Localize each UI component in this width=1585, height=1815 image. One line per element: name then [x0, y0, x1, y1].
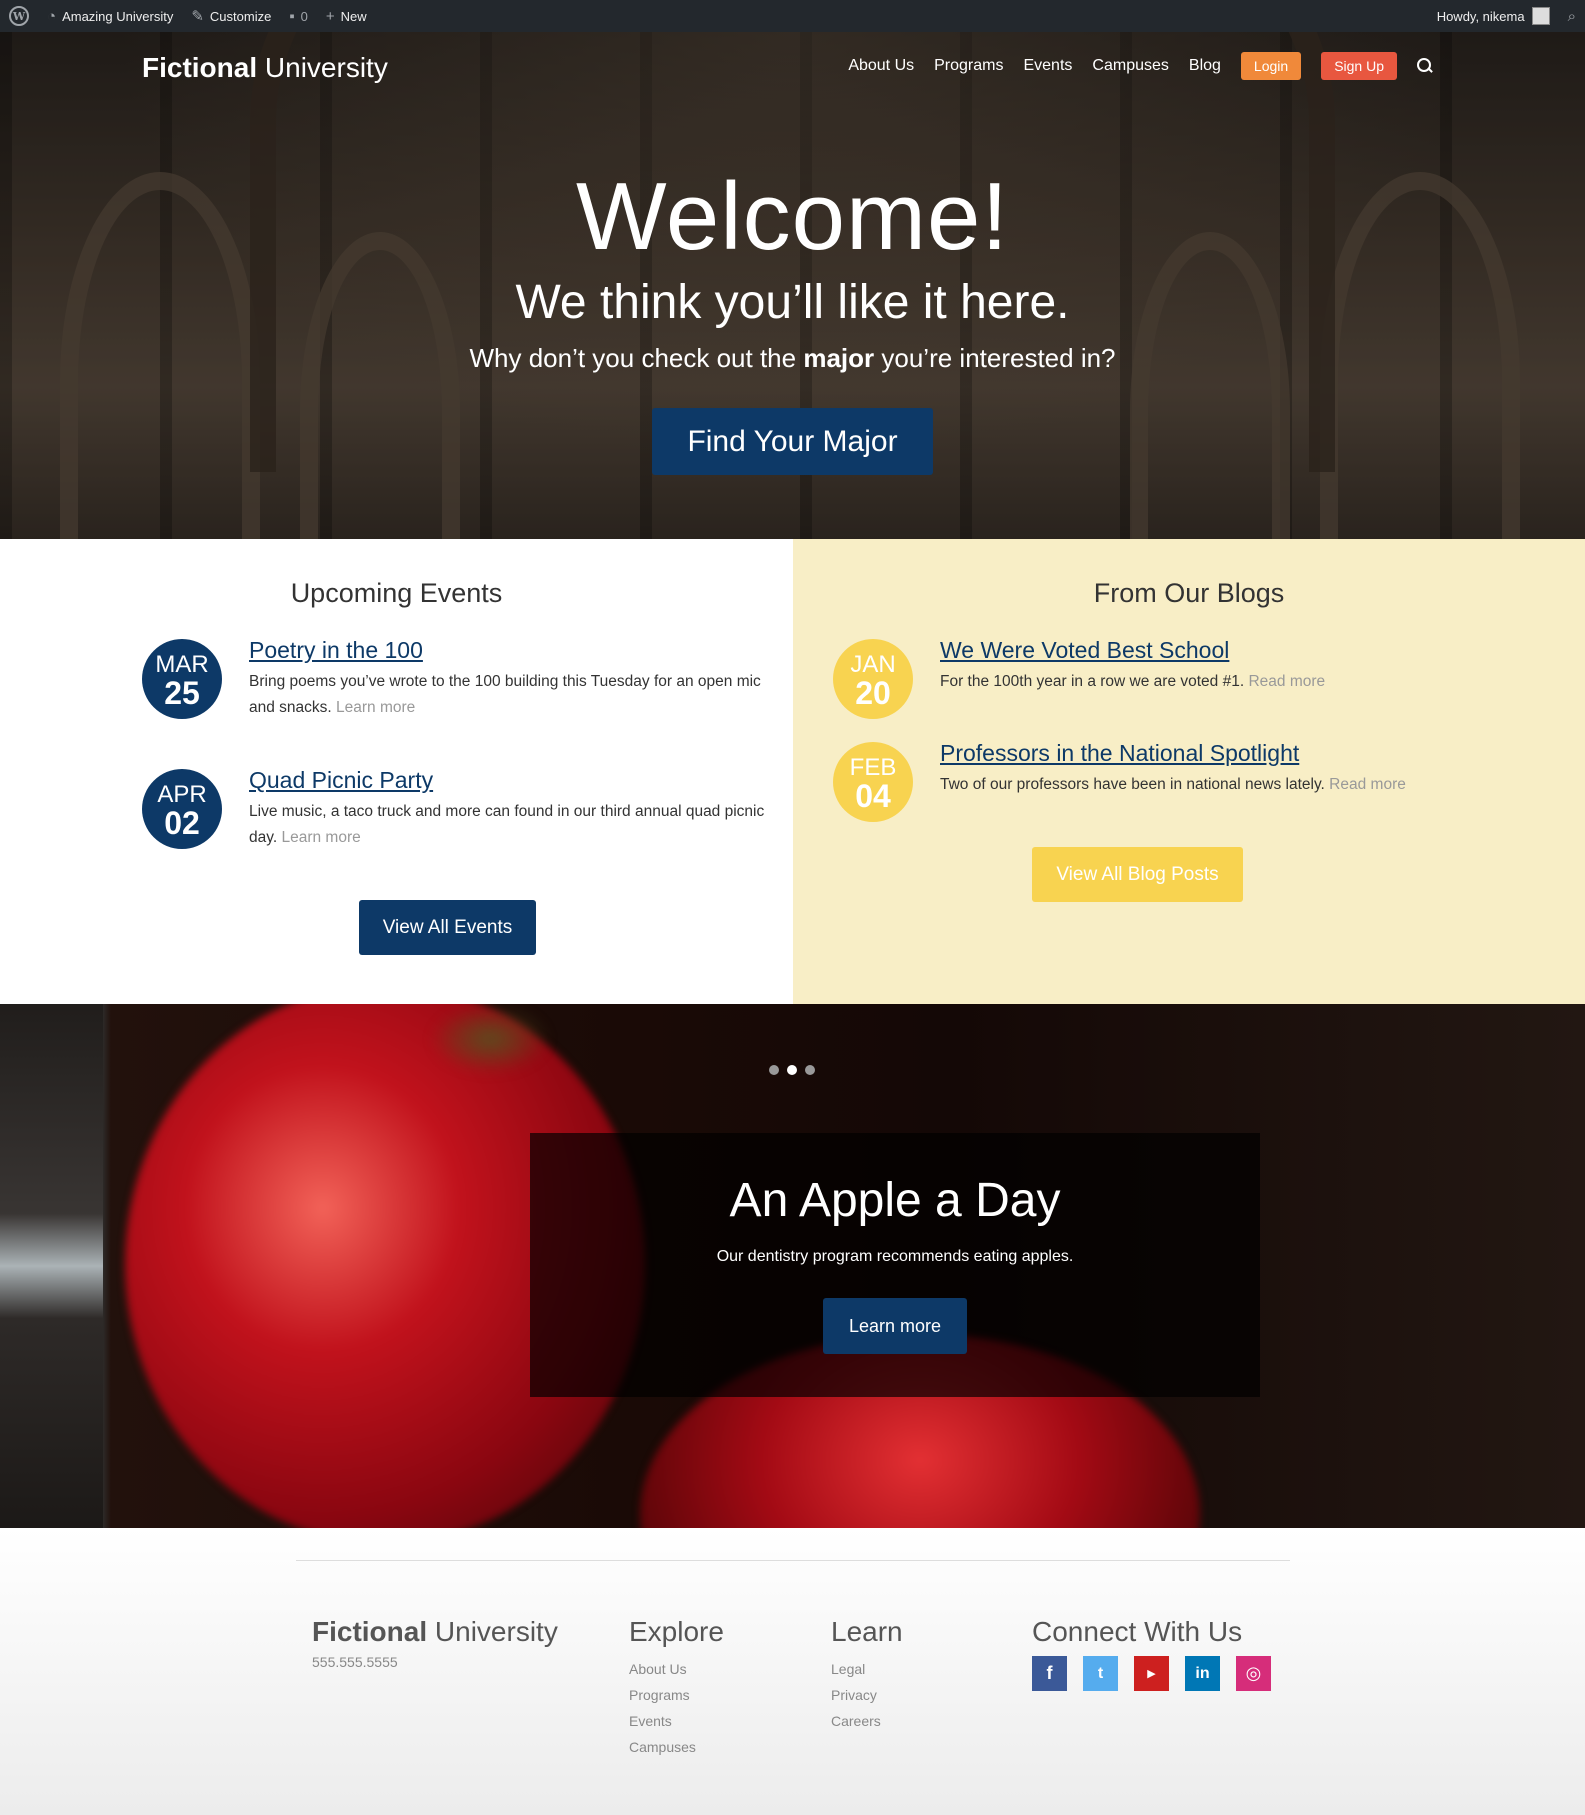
plus-icon: +	[325, 7, 335, 25]
admin-account-link[interactable]: Howdy, nikema	[1428, 0, 1559, 32]
footer-logo[interactable]: Fictional University	[312, 1616, 558, 1648]
footer-connect: Connect With Us f t ▶ in ◎	[1032, 1616, 1271, 1691]
view-all-blog-posts-button[interactable]: View All Blog Posts	[1032, 847, 1243, 902]
learn-more-link[interactable]: Learn more	[281, 829, 360, 846]
admin-comments-link[interactable]: ▪ 0	[280, 0, 317, 32]
event-title-link[interactable]: Quad Picnic Party	[249, 767, 433, 794]
read-more-link[interactable]: Read more	[1248, 673, 1325, 690]
signup-button[interactable]: Sign Up	[1321, 52, 1397, 80]
nav-about-us[interactable]: About Us	[848, 57, 914, 75]
hero-subtitle: We think you’ll like it here.	[515, 276, 1070, 329]
admin-new-link[interactable]: + New	[317, 0, 376, 32]
twitter-icon[interactable]: t	[1083, 1656, 1118, 1691]
footer-link-events[interactable]: Events	[629, 1708, 724, 1734]
slide-text: Our dentistry program recommends eating …	[716, 1248, 1074, 1265]
social-links: f t ▶ in ◎	[1032, 1656, 1271, 1691]
slider-dots	[769, 1065, 815, 1075]
footer-learn-title: Learn	[831, 1616, 903, 1647]
slider-dot[interactable]	[805, 1065, 815, 1075]
slide-learn-more-button[interactable]: Learn more	[823, 1298, 967, 1354]
blog-title-link[interactable]: We Were Voted Best School	[940, 637, 1229, 664]
main-nav: About Us Programs Events Campuses Blog L…	[848, 52, 1433, 80]
event-date-badge[interactable]: MAR 25	[142, 639, 222, 719]
hero-banner: Fictional University About Us Programs E…	[0, 32, 1585, 539]
nav-blog[interactable]: Blog	[1189, 57, 1221, 75]
youtube-icon[interactable]: ▶	[1134, 1656, 1169, 1691]
footer-link-legal[interactable]: Legal	[831, 1656, 903, 1682]
blogs-section: From Our Blogs JAN 20 We Were Voted Best …	[793, 539, 1585, 1004]
admin-bar: W ◔ Amazing University ✎ Customize ▪ 0 + New…	[0, 0, 1585, 32]
nav-programs[interactable]: Programs	[934, 57, 1003, 75]
nav-events[interactable]: Events	[1023, 57, 1072, 75]
hero-tagline: Why don’t you check out the major you’re…	[469, 343, 1116, 373]
footer-link-campuses[interactable]: Campuses	[629, 1734, 724, 1760]
view-all-events-button[interactable]: View All Events	[359, 900, 536, 955]
footer-explore: Explore About Us Programs Events Campuse…	[629, 1616, 724, 1760]
login-button[interactable]: Login	[1240, 52, 1302, 80]
avatar	[1531, 7, 1550, 25]
learn-more-link[interactable]: Learn more	[336, 699, 415, 716]
blog-item: JAN 20 We Were Voted Best School For the …	[833, 637, 1553, 729]
wordpress-logo-icon[interactable]: W	[0, 0, 38, 32]
slide-caption-box: An Apple a Day Our dentistry program rec…	[530, 1133, 1260, 1397]
blog-excerpt: Two of our professors have been in natio…	[940, 776, 1406, 793]
event-excerpt: Bring poems you’ve wrote to the 100 buil…	[249, 673, 761, 716]
footer-learn: Learn Legal Privacy Careers	[831, 1616, 903, 1734]
brush-icon: ✎	[191, 8, 204, 25]
linkedin-icon[interactable]: in	[1185, 1656, 1220, 1691]
footer-link-about-us[interactable]: About Us	[629, 1656, 724, 1682]
events-title: Upcoming Events	[290, 578, 503, 608]
footer-link-privacy[interactable]: Privacy	[831, 1682, 903, 1708]
footer-connect-title: Connect With Us	[1032, 1616, 1243, 1647]
event-item: APR 02 Quad Picnic Party Live music, a ta…	[142, 767, 764, 859]
find-your-major-button[interactable]: Find Your Major	[652, 408, 933, 475]
blog-date-badge[interactable]: JAN 20	[833, 639, 913, 719]
upcoming-events-section: Upcoming Events MAR 25 Poetry in the 100 …	[0, 539, 793, 1004]
blog-title-link[interactable]: Professors in the National Spotlight	[940, 740, 1299, 767]
footer-phone[interactable]: 555.555.5555	[312, 1654, 398, 1670]
event-date-badge[interactable]: APR 02	[142, 769, 222, 849]
blog-date-badge[interactable]: FEB 04	[833, 742, 913, 822]
footer-link-programs[interactable]: Programs	[629, 1682, 724, 1708]
slide-title: An Apple a Day	[729, 1174, 1061, 1227]
facebook-icon[interactable]: f	[1032, 1656, 1067, 1691]
admin-customize-link[interactable]: ✎ Customize	[182, 0, 280, 32]
comment-icon: ▪	[289, 7, 295, 25]
dashboard-icon: ◔	[47, 7, 57, 25]
admin-search-icon[interactable]: ⌕	[1559, 0, 1585, 32]
site-logo[interactable]: Fictional University	[142, 52, 388, 84]
event-excerpt: Live music, a taco truck and more can fo…	[249, 803, 765, 846]
footer-explore-title: Explore	[629, 1616, 724, 1647]
hero-title: Welcome!	[575, 163, 1009, 270]
event-item: MAR 25 Poetry in the 100 Bring poems you’…	[142, 637, 762, 729]
blog-excerpt: For the 100th year in a row we are voted…	[940, 673, 1326, 690]
footer-link-careers[interactable]: Careers	[831, 1708, 903, 1734]
nav-campuses[interactable]: Campuses	[1092, 57, 1168, 75]
slider-dot-active[interactable]	[787, 1065, 797, 1075]
site-footer: Fictional University 555.555.5555 Explor…	[0, 1528, 1585, 1815]
event-title-link[interactable]: Poetry in the 100	[249, 637, 423, 664]
footer-divider	[296, 1560, 1290, 1561]
blog-item: FEB 04 Professors in the National Spotlig…	[833, 740, 1553, 832]
previous-slide-peek	[0, 1004, 103, 1528]
hero-slider: An Apple a Day Our dentistry program rec…	[0, 1004, 1585, 1528]
search-icon[interactable]	[1417, 58, 1433, 74]
slider-dot[interactable]	[769, 1065, 779, 1075]
instagram-icon[interactable]: ◎	[1236, 1656, 1271, 1691]
blogs-title: From Our Blogs	[1093, 578, 1285, 608]
read-more-link[interactable]: Read more	[1329, 776, 1406, 793]
admin-site-link[interactable]: ◔ Amazing University	[38, 0, 182, 32]
